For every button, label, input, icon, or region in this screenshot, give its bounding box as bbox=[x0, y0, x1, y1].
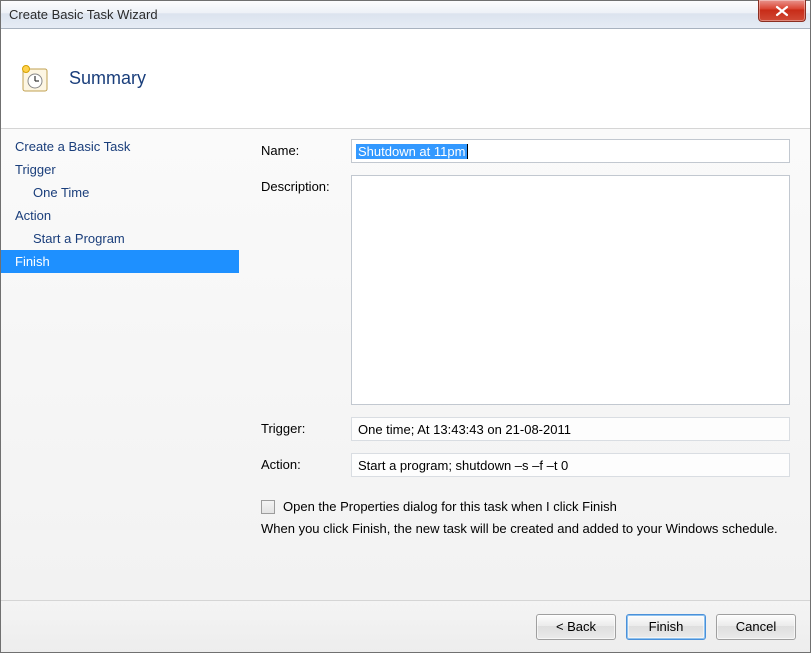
content-area: Create a Basic Task Trigger One Time Act… bbox=[1, 129, 810, 600]
label-name: Name: bbox=[261, 139, 351, 158]
row-name: Name: Shutdown at 11pm bbox=[261, 139, 790, 163]
page-title: Summary bbox=[69, 68, 146, 89]
window-title: Create Basic Task Wizard bbox=[9, 7, 158, 22]
row-trigger: Trigger: One time; At 13:43:43 on 21-08-… bbox=[261, 417, 790, 441]
label-action: Action: bbox=[261, 453, 351, 472]
row-action: Action: Start a program; shutdown –s –f … bbox=[261, 453, 790, 477]
open-properties-checkbox[interactable] bbox=[261, 500, 275, 514]
open-properties-label: Open the Properties dialog for this task… bbox=[283, 499, 617, 514]
trigger-value: One time; At 13:43:43 on 21-08-2011 bbox=[351, 417, 790, 441]
name-input[interactable]: Shutdown at 11pm bbox=[351, 139, 790, 163]
sidebar-item-one-time[interactable]: One Time bbox=[1, 181, 239, 204]
close-icon bbox=[775, 5, 789, 17]
task-scheduler-icon bbox=[19, 63, 51, 95]
main-panel: Name: Shutdown at 11pm Description: Trig… bbox=[239, 129, 810, 600]
sidebar-item-create-basic-task[interactable]: Create a Basic Task bbox=[1, 135, 239, 158]
name-input-value: Shutdown at 11pm bbox=[356, 144, 467, 159]
cancel-button[interactable]: Cancel bbox=[716, 614, 796, 640]
wizard-steps-sidebar: Create a Basic Task Trigger One Time Act… bbox=[1, 129, 239, 600]
close-button[interactable] bbox=[758, 0, 806, 22]
sidebar-item-start-a-program[interactable]: Start a Program bbox=[1, 227, 239, 250]
row-open-properties: Open the Properties dialog for this task… bbox=[261, 499, 790, 514]
wizard-footer: < Back Finish Cancel bbox=[1, 600, 810, 652]
sidebar-item-trigger[interactable]: Trigger bbox=[1, 158, 239, 181]
titlebar: Create Basic Task Wizard bbox=[1, 1, 810, 29]
wizard-header: Summary bbox=[1, 29, 810, 129]
client-area: Summary Create a Basic Task Trigger One … bbox=[1, 29, 810, 652]
row-description: Description: bbox=[261, 175, 790, 405]
sidebar-item-finish[interactable]: Finish bbox=[1, 250, 239, 273]
finish-hint-text: When you click Finish, the new task will… bbox=[261, 520, 790, 538]
finish-button[interactable]: Finish bbox=[626, 614, 706, 640]
description-input[interactable] bbox=[351, 175, 790, 405]
label-description: Description: bbox=[261, 175, 351, 194]
text-caret bbox=[467, 144, 468, 159]
sidebar-item-action[interactable]: Action bbox=[1, 204, 239, 227]
action-value: Start a program; shutdown –s –f –t 0 bbox=[351, 453, 790, 477]
label-trigger: Trigger: bbox=[261, 417, 351, 436]
back-button[interactable]: < Back bbox=[536, 614, 616, 640]
